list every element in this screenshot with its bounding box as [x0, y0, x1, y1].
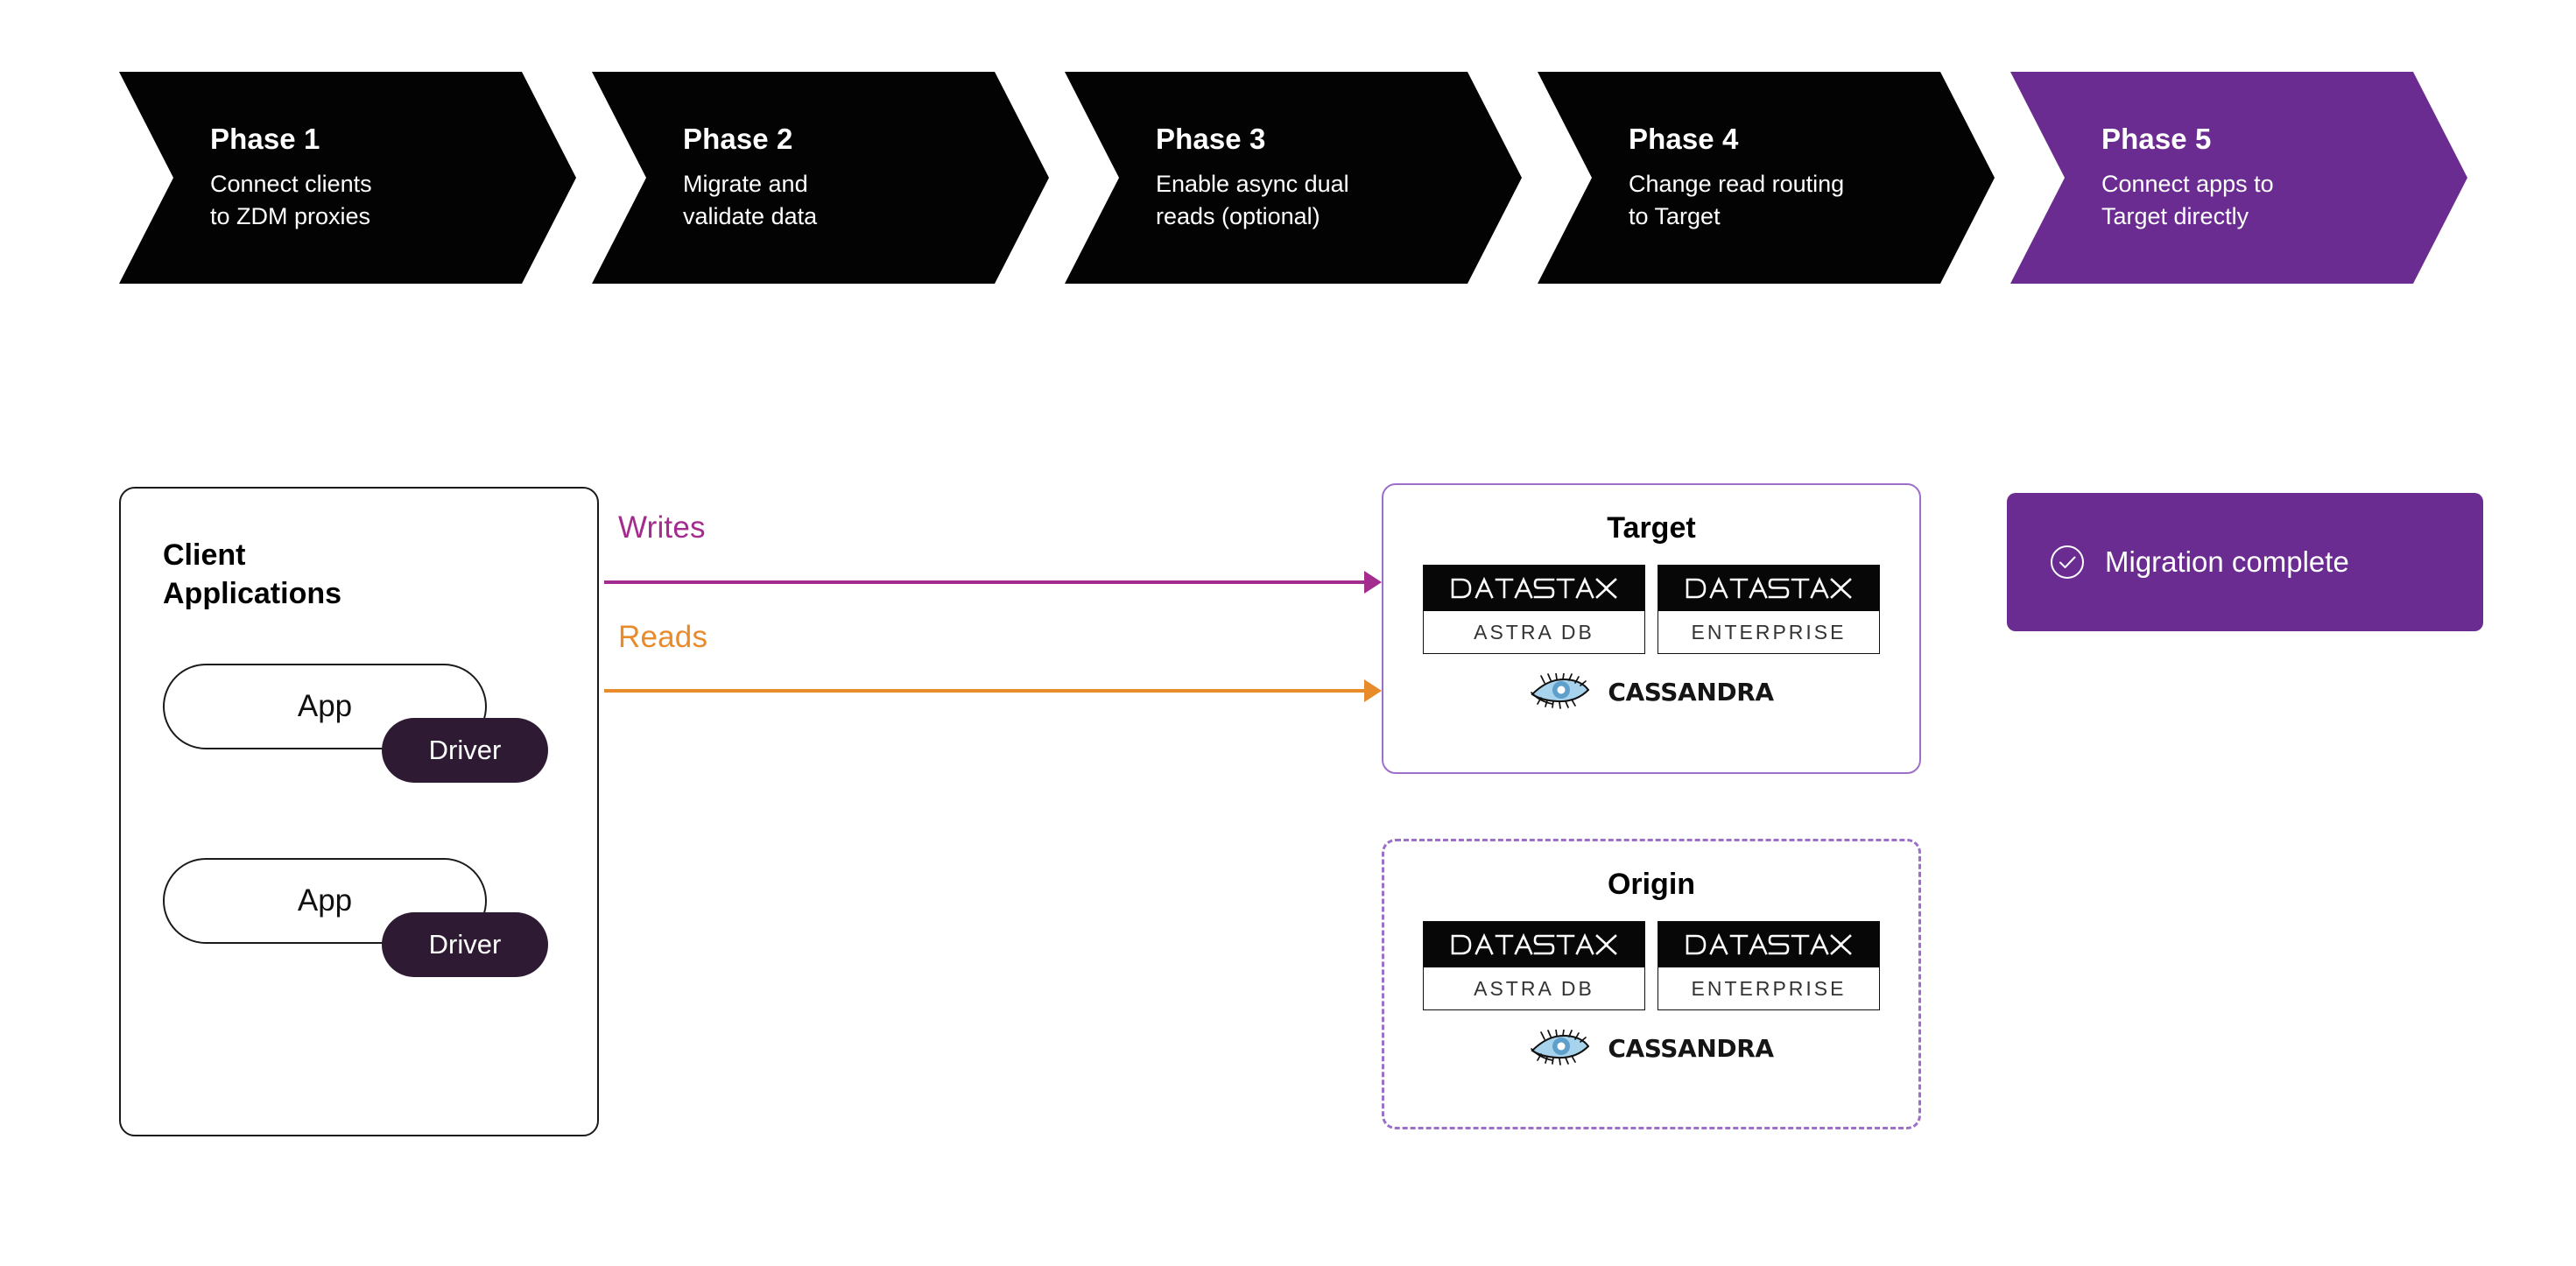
check-circle-icon: [2051, 545, 2084, 579]
client-applications-title: Client Applications: [163, 538, 342, 611]
datastax-wordmark-bar: [1424, 922, 1644, 967]
datastax-product-name: ENTERPRISE: [1691, 620, 1847, 644]
cassandra-eye-icon: [1531, 1030, 1590, 1066]
phase-title: Phase 4: [1629, 122, 1739, 155]
driver-label: Driver: [428, 735, 502, 765]
datastax-enterprise-logo: ENTERPRISE: [1658, 565, 1880, 654]
writes-flow-label: Writes: [618, 510, 706, 545]
datastax-wordmark-icon: [1686, 577, 1852, 599]
datastax-wordmark-icon: [1451, 577, 1617, 599]
phase-ribbon: Phase 1 Connect clients to ZDM proxies P…: [0, 72, 2576, 284]
datastax-wordmark-icon: [1686, 933, 1852, 955]
datastax-product-name: ENTERPRISE: [1691, 976, 1847, 1000]
phase-description: Connect apps to Target directly: [2101, 170, 2274, 229]
datastax-astra-db-logo: ASTRA DB: [1423, 921, 1645, 1010]
phase-title: Phase 5: [2101, 122, 2212, 155]
datastax-enterprise-logo: ENTERPRISE: [1658, 921, 1880, 1010]
datastax-wordmark-bar: [1658, 922, 1879, 967]
phase-title: Phase 3: [1156, 122, 1266, 155]
app-group: App Driver: [163, 664, 548, 804]
phase-chevron-2[interactable]: Phase 2 Migrate and validate data: [592, 72, 1049, 284]
datastax-astra-db-logo: ASTRA DB: [1423, 565, 1645, 654]
driver-label: Driver: [428, 929, 502, 960]
phase-description: Enable async dual reads (optional): [1156, 170, 1349, 229]
datastax-wordmark-bar: [1424, 566, 1644, 611]
target-cluster-box: Target ASTRA DB ENTERPRISE CASSANDRA: [1382, 483, 1921, 774]
phase-description: Change read routing to Target: [1629, 170, 1845, 229]
phase-chevron-5[interactable]: Phase 5 Connect apps to Target directly: [2010, 72, 2467, 284]
datastax-product-name: ASTRA DB: [1474, 976, 1594, 1000]
reads-flow-line: [604, 689, 1371, 693]
writes-arrowhead-icon: [1364, 571, 1382, 594]
driver-pill[interactable]: Driver: [382, 912, 548, 977]
reads-arrowhead-icon: [1364, 679, 1382, 702]
phase-title: Phase 2: [683, 122, 793, 155]
cassandra-eye-icon: [1531, 673, 1590, 709]
app-group: App Driver: [163, 858, 548, 998]
driver-pill[interactable]: Driver: [382, 718, 548, 783]
app-label: App: [297, 689, 353, 723]
phase-description: Migrate and validate data: [683, 170, 818, 229]
target-title: Target: [1607, 511, 1696, 545]
cassandra-logo-row: CASSANDRA: [1383, 673, 1919, 710]
phase-chevron-3[interactable]: Phase 3 Enable async dual reads (optiona…: [1065, 72, 1522, 284]
writes-flow-line: [604, 580, 1371, 584]
datastax-wordmark-icon: [1451, 933, 1617, 955]
cassandra-logo-row: CASSANDRA: [1384, 1030, 1918, 1066]
datastax-product-name: ASTRA DB: [1474, 620, 1594, 644]
target-product-logos: ASTRA DB ENTERPRISE: [1383, 565, 1919, 654]
phase-description: Connect clients to ZDM proxies: [210, 170, 372, 229]
cassandra-label: CASSANDRA: [1608, 677, 1774, 707]
phase-title: Phase 1: [210, 122, 320, 155]
origin-cluster-box: Origin ASTRA DB ENTERPRISE CASSANDRA: [1382, 839, 1921, 1129]
origin-product-logos: ASTRA DB ENTERPRISE: [1384, 921, 1918, 1010]
reads-flow-label: Reads: [618, 620, 708, 654]
app-label: App: [297, 883, 353, 918]
migration-complete-label: Migration complete: [2105, 545, 2349, 578]
origin-title: Origin: [1607, 868, 1696, 901]
client-applications-panel: Client Applications App Driver App Drive…: [119, 487, 599, 1136]
cassandra-label: CASSANDRA: [1608, 1033, 1774, 1063]
migration-complete-badge[interactable]: Migration complete: [2007, 493, 2483, 631]
phase-chevron-4[interactable]: Phase 4 Change read routing to Target: [1538, 72, 1995, 284]
phase-chevron-1[interactable]: Phase 1 Connect clients to ZDM proxies: [119, 72, 576, 284]
datastax-wordmark-bar: [1658, 566, 1879, 611]
